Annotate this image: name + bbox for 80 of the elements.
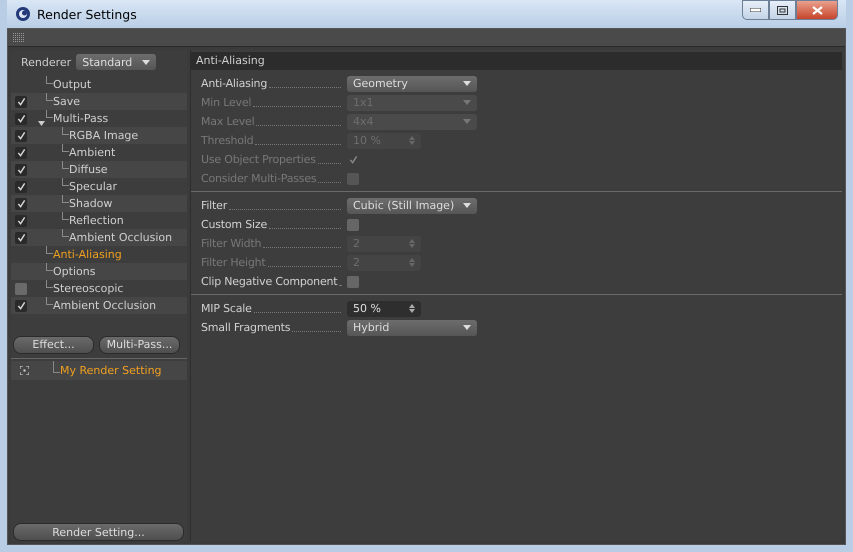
tree-connector-line <box>62 195 69 203</box>
tree-connector-line <box>46 93 53 101</box>
maximize-button[interactable] <box>769 0 796 20</box>
field-label: Min Level <box>201 96 252 109</box>
tree-connector-line <box>46 263 53 271</box>
field-label: Filter Height <box>201 256 266 269</box>
field-label: Custom Size <box>201 218 268 231</box>
field-label: Anti-Aliasing <box>201 77 268 90</box>
caret-icon <box>463 325 471 330</box>
checkbox[interactable] <box>15 214 27 226</box>
tree-connector-line <box>46 280 53 288</box>
number-field[interactable]: 50 % <box>347 300 421 316</box>
checkbox[interactable] <box>15 198 27 210</box>
tree-item[interactable]: Diffuse <box>69 163 108 176</box>
section-title: Anti-Aliasing <box>191 52 842 70</box>
checkbox[interactable] <box>15 232 27 244</box>
tree-connector-line <box>46 76 53 84</box>
render-setting-button[interactable]: Render Setting... <box>13 523 184 541</box>
field-label: Max Level <box>201 115 254 128</box>
tree-item[interactable]: Stereoscopic <box>53 282 124 295</box>
checkbox[interactable] <box>15 282 27 294</box>
dropdown[interactable]: Hybrid <box>347 320 477 336</box>
tree-connector-line <box>46 110 53 118</box>
close-button[interactable] <box>796 0 838 20</box>
field-label: Threshold <box>201 134 254 147</box>
checkbox[interactable] <box>15 300 27 312</box>
field-label: MIP Scale <box>201 302 252 315</box>
checkbox[interactable] <box>15 96 27 108</box>
tree-item[interactable]: Shadow <box>69 197 112 210</box>
target-icon <box>20 366 29 374</box>
close-icon <box>812 6 822 14</box>
checkbox[interactable] <box>15 180 27 192</box>
checkbox[interactable] <box>15 130 27 142</box>
renderer-dropdown[interactable]: Standard <box>76 54 156 70</box>
tree-connector-line <box>62 127 69 135</box>
checkbox[interactable] <box>15 112 27 124</box>
tree-item[interactable]: Multi-Pass <box>53 112 108 125</box>
renderer-label: Renderer <box>21 56 72 68</box>
dropdown[interactable]: Cubic (Still Image) <box>347 198 477 214</box>
caret-icon <box>142 60 150 64</box>
tree-item[interactable]: Ambient <box>69 146 116 159</box>
tree-item[interactable]: Anti-Aliasing <box>53 248 122 261</box>
field-label: Filter <box>201 199 228 212</box>
checkbox[interactable] <box>15 146 27 158</box>
field-label: Filter Width <box>201 237 262 250</box>
field-label: Use Object Properties <box>201 153 316 166</box>
checkbox[interactable] <box>347 276 359 288</box>
app-logo-icon <box>15 6 31 22</box>
tree-connector-line <box>62 212 69 220</box>
caret-icon <box>463 81 471 86</box>
minimize-button[interactable] <box>742 0 769 20</box>
tree-connector-line <box>46 246 53 254</box>
field-label: Small Fragments <box>201 321 290 334</box>
caret-icon <box>463 119 471 124</box>
maximize-icon <box>777 6 788 14</box>
minimize-icon <box>750 8 761 12</box>
add-button[interactable]: Effect... <box>13 336 94 354</box>
spinner-arrows-icon <box>409 258 415 267</box>
tree-item[interactable]: Specular <box>69 180 118 193</box>
spinner-arrows-icon <box>409 304 415 313</box>
tree-item[interactable]: Save <box>53 95 80 108</box>
caret-icon <box>463 203 471 208</box>
tree-connector-line <box>62 229 69 237</box>
tree-connector-line <box>62 161 69 169</box>
window-title: Render Settings <box>37 6 138 22</box>
tree-connector-line <box>62 178 69 186</box>
tree-item[interactable]: Reflection <box>69 214 124 227</box>
tree-item[interactable]: Options <box>53 265 96 278</box>
caret-icon <box>463 100 471 105</box>
tree-connector-line <box>62 144 69 152</box>
dropdown[interactable]: Geometry <box>347 76 477 92</box>
tree-item[interactable]: Output <box>53 78 92 91</box>
tree-connector-line <box>46 297 53 305</box>
field-label: Consider Multi-Passes <box>201 172 316 185</box>
checkbox[interactable] <box>15 164 27 176</box>
field-label: Clip Negative Component <box>201 275 338 288</box>
spinner-arrows-icon <box>409 239 415 248</box>
add-button[interactable]: Multi-Pass... <box>99 336 180 354</box>
spinner-arrows-icon <box>409 136 415 145</box>
checkbox[interactable] <box>347 218 359 230</box>
